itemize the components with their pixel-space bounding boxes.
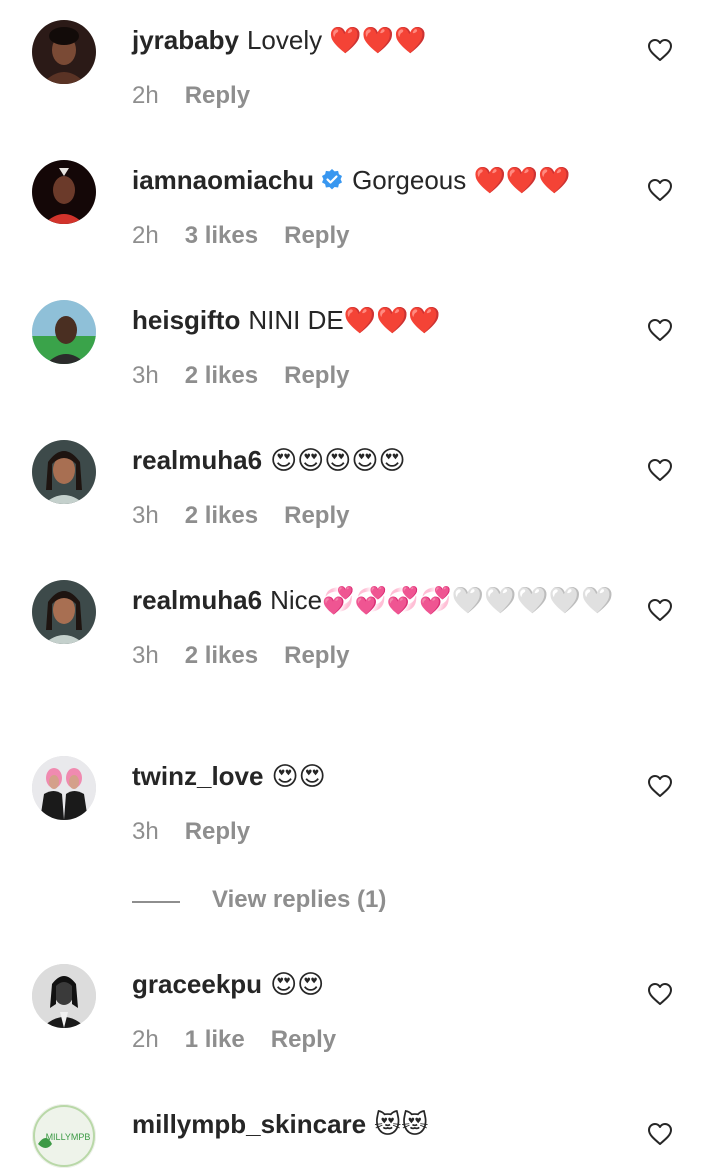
reply-button[interactable]: Reply <box>284 642 349 669</box>
divider-line <box>132 901 180 903</box>
comment-username[interactable]: realmuha6 <box>132 585 262 615</box>
comment-meta: 2h Reply <box>132 82 622 110</box>
like-comment-button[interactable] <box>646 36 674 64</box>
comment-text: 😍😍 <box>271 761 326 791</box>
comment-meta: 3h 2 likes Reply <box>132 502 622 530</box>
heart-outline-icon <box>648 1123 672 1145</box>
avatar[interactable]: MILLYMPB <box>32 1104 96 1168</box>
comment-text: Lovely ❤️❤️❤️ <box>246 25 427 55</box>
comment-text: 😍😍 <box>270 969 325 999</box>
reply-button[interactable]: Reply <box>271 1026 336 1053</box>
comment-username[interactable]: iamnaomiachu <box>132 165 314 195</box>
comment-time: 3h <box>132 362 159 389</box>
comment-time: 2h <box>132 222 159 249</box>
reply-button[interactable]: Reply <box>284 502 349 529</box>
comment-meta: 2h 3 likes Reply <box>132 222 622 250</box>
comment-username[interactable]: jyrababy <box>132 25 239 55</box>
avatar[interactable] <box>32 300 96 364</box>
heart-outline-icon <box>648 39 672 61</box>
heart-outline-icon <box>648 179 672 201</box>
like-comment-button[interactable] <box>646 456 674 484</box>
comment-meta: 3h 2 likes Reply <box>132 642 622 670</box>
comment-meta: 3h Reply <box>132 818 622 846</box>
comment-likes[interactable]: 2 likes <box>185 362 258 389</box>
comment-text: Gorgeous ❤️❤️❤️ <box>352 165 571 195</box>
avatar[interactable] <box>32 20 96 84</box>
like-comment-button[interactable] <box>646 596 674 624</box>
heart-outline-icon <box>648 319 672 341</box>
avatar-logo-text: MILLYMPB <box>46 1132 91 1142</box>
reply-button[interactable]: Reply <box>284 222 349 249</box>
like-comment-button[interactable] <box>646 176 674 204</box>
comment-time: 2h <box>132 1026 159 1053</box>
comment-username[interactable]: realmuha6 <box>132 445 262 475</box>
like-comment-button[interactable] <box>646 1120 674 1148</box>
comment-username[interactable]: graceekpu <box>132 969 262 999</box>
comment-time: 3h <box>132 642 159 669</box>
comment-username[interactable]: millympb_skincare <box>132 1109 366 1139</box>
view-replies-label: View replies (1) <box>212 886 387 913</box>
avatar[interactable] <box>32 580 96 644</box>
comment-text: Nice💞💞💞💞🤍🤍🤍🤍🤍 <box>270 585 614 615</box>
verified-badge-icon <box>322 169 343 190</box>
comment-time: 3h <box>132 502 159 529</box>
avatar[interactable] <box>32 964 96 1028</box>
avatar[interactable] <box>32 756 96 820</box>
like-comment-button[interactable] <box>646 980 674 1008</box>
comment-text: 😻😻 <box>374 1109 429 1139</box>
like-comment-button[interactable] <box>646 316 674 344</box>
comment-likes[interactable]: 3 likes <box>185 222 258 249</box>
heart-outline-icon <box>648 775 672 797</box>
avatar[interactable] <box>32 440 96 504</box>
comment-time: 3h <box>132 818 159 845</box>
comment-username[interactable]: heisgifto <box>132 305 240 335</box>
comment-likes[interactable]: 2 likes <box>185 502 258 529</box>
heart-outline-icon <box>648 459 672 481</box>
heart-outline-icon <box>648 983 672 1005</box>
comment-username[interactable]: twinz_love <box>132 761 263 791</box>
comment-meta: 3h 2 likes Reply <box>132 362 622 390</box>
comment-likes[interactable]: 2 likes <box>185 642 258 669</box>
reply-button[interactable]: Reply <box>185 818 250 845</box>
avatar[interactable] <box>32 160 96 224</box>
heart-outline-icon <box>648 599 672 621</box>
like-comment-button[interactable] <box>646 772 674 800</box>
comment-text: NINI DE❤️❤️❤️ <box>248 305 441 335</box>
reply-button[interactable]: Reply <box>284 362 349 389</box>
reply-button[interactable]: Reply <box>185 82 250 109</box>
comment-likes[interactable]: 1 like <box>185 1026 245 1053</box>
comment-text: 😍😍😍😍😍 <box>270 445 406 475</box>
comment-meta: 2h 1 like Reply <box>132 1026 622 1054</box>
comment-time: 2h <box>132 82 159 109</box>
